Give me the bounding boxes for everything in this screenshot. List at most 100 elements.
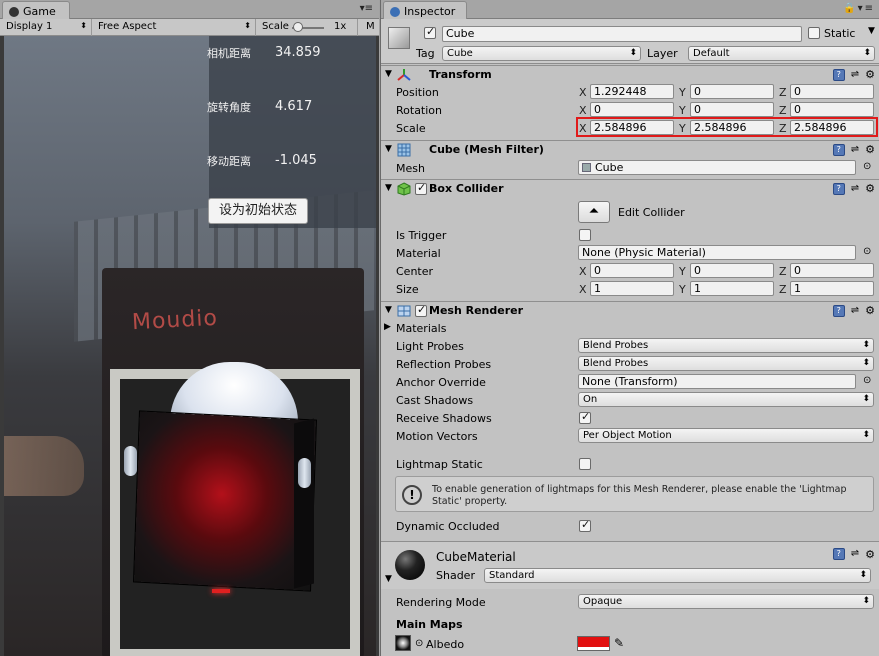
cube-icon: [388, 27, 410, 49]
size-y-field[interactable]: 1: [690, 281, 774, 296]
maximize-on-play-toggle[interactable]: M: [360, 19, 379, 36]
reflection-probes-dropdown[interactable]: Blend Probes: [578, 356, 874, 371]
mesh-renderer-header[interactable]: ▼ Mesh Renderer ? ⇌ ⚙: [381, 301, 879, 320]
rotation-x-field[interactable]: 0: [590, 102, 674, 117]
preset-sliders-icon[interactable]: ⇌: [851, 183, 859, 194]
tag-dropdown[interactable]: Cube: [442, 46, 641, 61]
material-preview-sphere: [395, 550, 425, 580]
fold-arrow-icon[interactable]: ▼: [385, 305, 392, 315]
rotation-z-field[interactable]: 0: [790, 102, 874, 117]
preset-sliders-icon[interactable]: ⇌: [851, 144, 859, 155]
transform-header[interactable]: ▼ Transform ? ⇌ ⚙: [381, 65, 879, 84]
transform-icon: [397, 69, 411, 81]
reset-initial-state-button[interactable]: 设为初始状态: [208, 198, 308, 224]
axis-z-label[interactable]: Z: [779, 104, 787, 117]
preset-sliders-icon[interactable]: ⇌: [851, 69, 859, 80]
eyedropper-icon[interactable]: ✎: [614, 636, 624, 650]
center-z-field[interactable]: 0: [790, 263, 874, 278]
lightmap-static-checkbox[interactable]: [579, 458, 591, 470]
shader-dropdown[interactable]: Standard: [484, 568, 871, 583]
fold-arrow-icon[interactable]: ▼: [385, 183, 392, 193]
albedo-picker-icon[interactable]: ⊙: [415, 638, 423, 649]
transform-title: Transform: [429, 68, 492, 81]
axis-y-label[interactable]: Y: [679, 86, 686, 99]
position-y-field[interactable]: 0: [690, 84, 774, 99]
maximize-label: M: [366, 21, 375, 32]
object-picker-icon[interactable]: ⊙: [863, 161, 871, 172]
materials-label[interactable]: Materials: [396, 322, 446, 335]
center-x-field[interactable]: 0: [590, 263, 674, 278]
axis-y-label[interactable]: Y: [679, 283, 686, 296]
physic-material-field[interactable]: None (Physic Material): [578, 245, 856, 260]
static-checkbox[interactable]: [808, 27, 820, 39]
active-checkbox[interactable]: [424, 25, 436, 39]
help-book-icon[interactable]: ?: [832, 68, 845, 81]
panel-menu-icon[interactable]: ▾≡: [360, 3, 373, 14]
help-book-icon[interactable]: ?: [832, 304, 845, 317]
lock-menu-icon[interactable]: 🔒▾≡: [843, 3, 875, 14]
rendering-mode-dropdown[interactable]: Opaque: [578, 594, 874, 609]
object-picker-icon[interactable]: ⊙: [863, 375, 871, 386]
axis-x-label[interactable]: X: [579, 104, 587, 117]
layer-dropdown[interactable]: Default: [688, 46, 875, 61]
cube-led: [212, 589, 230, 593]
albedo-color-swatch[interactable]: [577, 636, 610, 651]
axis-y-label[interactable]: Y: [679, 104, 686, 117]
tab-inspector[interactable]: Inspector: [383, 1, 467, 19]
static-dropdown-arrow-icon[interactable]: ▼: [868, 26, 875, 36]
position-x-field[interactable]: 1.292448: [590, 84, 674, 99]
axis-x-label[interactable]: X: [579, 265, 587, 278]
gear-icon[interactable]: ⚙: [865, 548, 875, 561]
center-y-field[interactable]: 0: [690, 263, 774, 278]
mesh-filter-header[interactable]: ▼ Cube (Mesh Filter) ? ⇌ ⚙: [381, 140, 879, 159]
fold-arrow-icon[interactable]: ▼: [385, 69, 392, 79]
fold-arrow-icon[interactable]: ▼: [385, 574, 392, 584]
help-book-icon[interactable]: ?: [832, 548, 845, 560]
material-header[interactable]: CubeMaterial Shader Standard ▼ ? ⇌ ⚙: [381, 541, 879, 589]
axis-x-label[interactable]: X: [579, 283, 587, 296]
edit-collider-button[interactable]: ⏶: [578, 201, 610, 223]
anchor-override-field[interactable]: None (Transform): [578, 374, 856, 389]
receive-shadows-checkbox[interactable]: [579, 410, 591, 424]
help-book-icon[interactable]: ?: [832, 182, 845, 195]
tab-game[interactable]: Game: [2, 1, 70, 19]
light-probes-dropdown[interactable]: Blend Probes: [578, 338, 874, 353]
scale-slider-thumb[interactable]: [293, 22, 303, 32]
rotation-y-field[interactable]: 0: [690, 102, 774, 117]
fold-arrow-icon[interactable]: ▼: [385, 144, 392, 154]
aspect-dropdown[interactable]: Free Aspect ⬍: [92, 19, 256, 36]
gear-icon[interactable]: ⚙: [865, 68, 875, 81]
axis-z-label[interactable]: Z: [779, 283, 787, 296]
axis-y-label[interactable]: Y: [679, 265, 686, 278]
albedo-texture-slot[interactable]: [395, 635, 411, 651]
box-collider-header[interactable]: ▼ Box Collider ? ⇌ ⚙: [381, 179, 879, 198]
axis-x-label[interactable]: X: [579, 86, 587, 99]
materials-fold-arrow-icon[interactable]: ▶: [384, 322, 391, 332]
preset-sliders-icon[interactable]: ⇌: [851, 548, 859, 561]
display-dropdown[interactable]: Display 1 ⬍: [0, 19, 92, 36]
cast-shadows-dropdown[interactable]: On: [578, 392, 874, 407]
mesh-object-field[interactable]: Cube: [578, 160, 856, 175]
preset-sliders-icon[interactable]: ⇌: [851, 305, 859, 316]
axis-z-label[interactable]: Z: [779, 86, 787, 99]
motion-vectors-dropdown[interactable]: Per Object Motion: [578, 428, 874, 443]
game-toolbar: Display 1 ⬍ Free Aspect ⬍ Scale 1x M: [0, 19, 379, 36]
is-trigger-checkbox[interactable]: [579, 229, 591, 241]
dynamic-occluded-checkbox[interactable]: [579, 518, 591, 532]
game-panel: Game ▾≡ Display 1 ⬍ Free Aspect ⬍ Scale …: [0, 0, 379, 656]
gear-icon[interactable]: ⚙: [865, 182, 875, 195]
object-picker-icon[interactable]: ⊙: [863, 246, 871, 257]
aspect-dropdown-label: Free Aspect: [98, 21, 157, 32]
gear-icon[interactable]: ⚙: [865, 143, 875, 156]
axis-z-label[interactable]: Z: [779, 265, 787, 278]
help-book-icon[interactable]: ?: [832, 143, 845, 156]
position-z-field[interactable]: 0: [790, 84, 874, 99]
cube-side: [294, 418, 314, 589]
mesh-renderer-enabled-checkbox[interactable]: [415, 303, 427, 317]
size-z-field[interactable]: 1: [790, 281, 874, 296]
box-collider-enabled-checkbox[interactable]: [415, 181, 427, 195]
box-brand-text: Moudio: [131, 305, 219, 336]
gear-icon[interactable]: ⚙: [865, 304, 875, 317]
object-name-input[interactable]: Cube: [442, 26, 802, 42]
size-x-field[interactable]: 1: [590, 281, 674, 296]
